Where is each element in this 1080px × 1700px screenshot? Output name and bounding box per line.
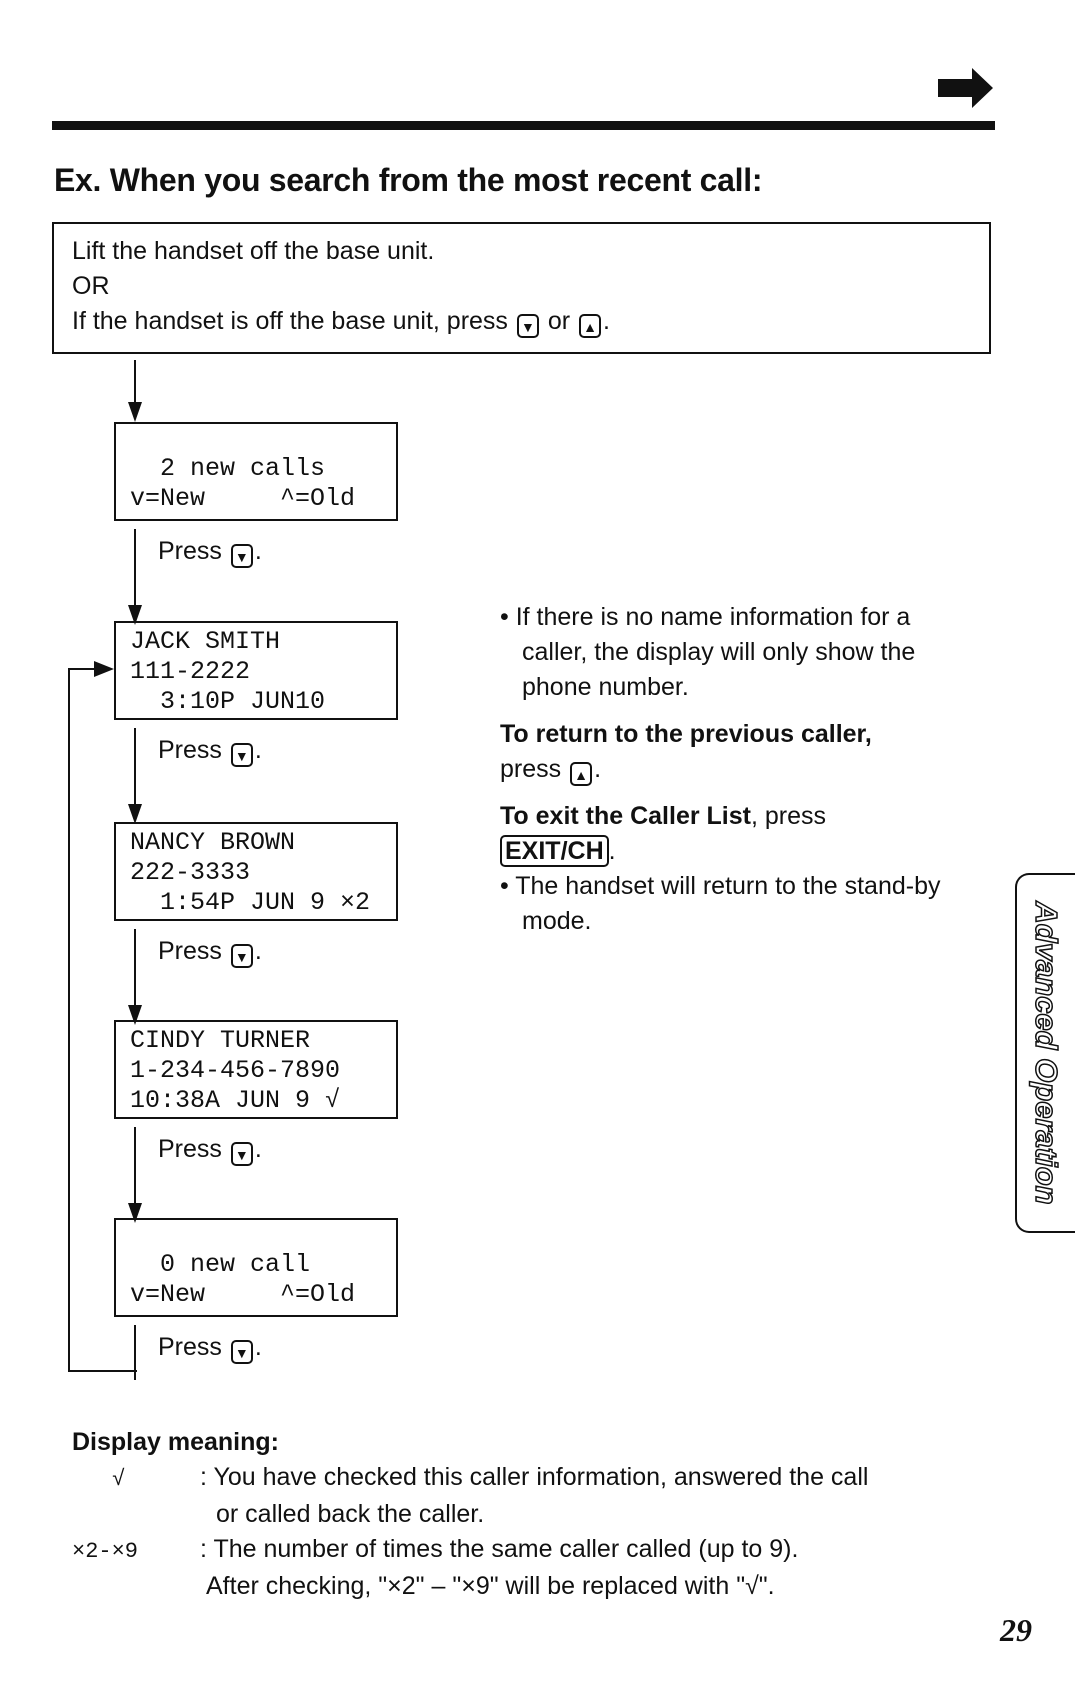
display-meaning: Display meaning: √: You have checked thi… <box>72 1425 868 1604</box>
section-tab: Advanced Operation <box>1015 873 1075 1233</box>
lcd-line: 1:54P JUN 9 ×2 <box>130 888 371 917</box>
note-exit: To exit the Caller List, press EXIT/CH. <box>500 802 827 867</box>
flow-line <box>134 728 136 808</box>
down-key-icon: ▼ <box>230 1340 253 1364</box>
right-arrow-icon <box>938 68 993 108</box>
press-instruction: Press ▼. <box>158 736 262 767</box>
lcd-line: 3:10P JUN10 <box>130 687 326 716</box>
note-return: To return to the previous caller, press ▲… <box>500 717 980 787</box>
lcd-line: 111-2222 <box>130 657 251 686</box>
down-arrow-icon <box>128 804 142 824</box>
loop-line-bottom <box>68 1370 137 1372</box>
lcd-display: NANCY BROWN 222-3333 1:54P JUN 9 ×2 <box>114 822 398 921</box>
lcd-line: v=New ^=Old <box>130 1280 356 1309</box>
loop-arrowhead-icon <box>94 661 114 677</box>
lcd-display: 2 new calls v=New ^=Old <box>114 422 398 521</box>
lcd-display: 0 new call v=New ^=Old <box>114 1218 398 1317</box>
page-title: Ex. When you search from the most recent… <box>54 162 763 198</box>
flow-line <box>134 1127 136 1207</box>
down-key-icon: ▼ <box>516 314 539 338</box>
meaning-item: ×2-×9: The number of times the same call… <box>72 1535 799 1600</box>
lcd-line: NANCY BROWN <box>130 828 296 857</box>
lcd-line: 222-3333 <box>130 858 251 887</box>
lcd-line: CINDY TURNER <box>130 1026 311 1055</box>
note-standby: • The handset will return to the stand-b… <box>500 872 941 935</box>
note-no-name: • If there is no name information for a … <box>500 603 916 701</box>
lcd-line: JACK SMITH <box>130 627 281 656</box>
page-number: 29 <box>1000 1612 1032 1648</box>
down-arrow-icon <box>128 402 142 422</box>
up-key-icon: ▲ <box>579 314 602 338</box>
lcd-line: 0 new call <box>130 1250 311 1279</box>
up-key-icon: ▲ <box>570 762 593 786</box>
intro-line-1: Lift the handset off the base unit. <box>72 237 435 265</box>
intro-line-2: OR <box>72 272 110 300</box>
flow-line <box>134 929 136 1009</box>
lcd-line: 1-234-456-7890 <box>130 1056 341 1085</box>
notes: • If there is no name information for a … <box>500 600 980 939</box>
press-instruction: Press ▼. <box>158 1135 262 1166</box>
lcd-line: 2 new calls <box>130 454 326 483</box>
intro-line-3: If the handset is off the base unit, pre… <box>72 304 971 339</box>
press-instruction: Press ▼. <box>158 1333 262 1364</box>
press-instruction: Press ▼. <box>158 537 262 568</box>
header-rule <box>52 121 995 130</box>
down-key-icon: ▼ <box>230 1142 253 1166</box>
press-instruction: Press ▼. <box>158 937 262 968</box>
down-key-icon: ▼ <box>230 944 253 968</box>
intro-box: Lift the handset off the base unit. OR I… <box>52 222 991 354</box>
down-key-icon: ▼ <box>230 544 253 568</box>
lcd-display: CINDY TURNER 1-234-456-7890 10:38A JUN 9 √ <box>114 1020 398 1119</box>
lcd-line: 10:38A JUN 9 √ <box>130 1086 341 1115</box>
down-key-icon: ▼ <box>230 743 253 767</box>
exit-ch-key: EXIT/CH <box>500 835 609 867</box>
flow-line <box>134 360 136 405</box>
loop-line <box>68 668 70 1372</box>
display-meaning-heading: Display meaning: <box>72 1428 279 1456</box>
flow-line <box>134 529 136 609</box>
meaning-item: √: You have checked this caller informat… <box>112 1463 869 1528</box>
lcd-line: v=New ^=Old <box>130 484 356 513</box>
lcd-display: JACK SMITH 111-2222 3:10P JUN10 <box>114 621 398 720</box>
